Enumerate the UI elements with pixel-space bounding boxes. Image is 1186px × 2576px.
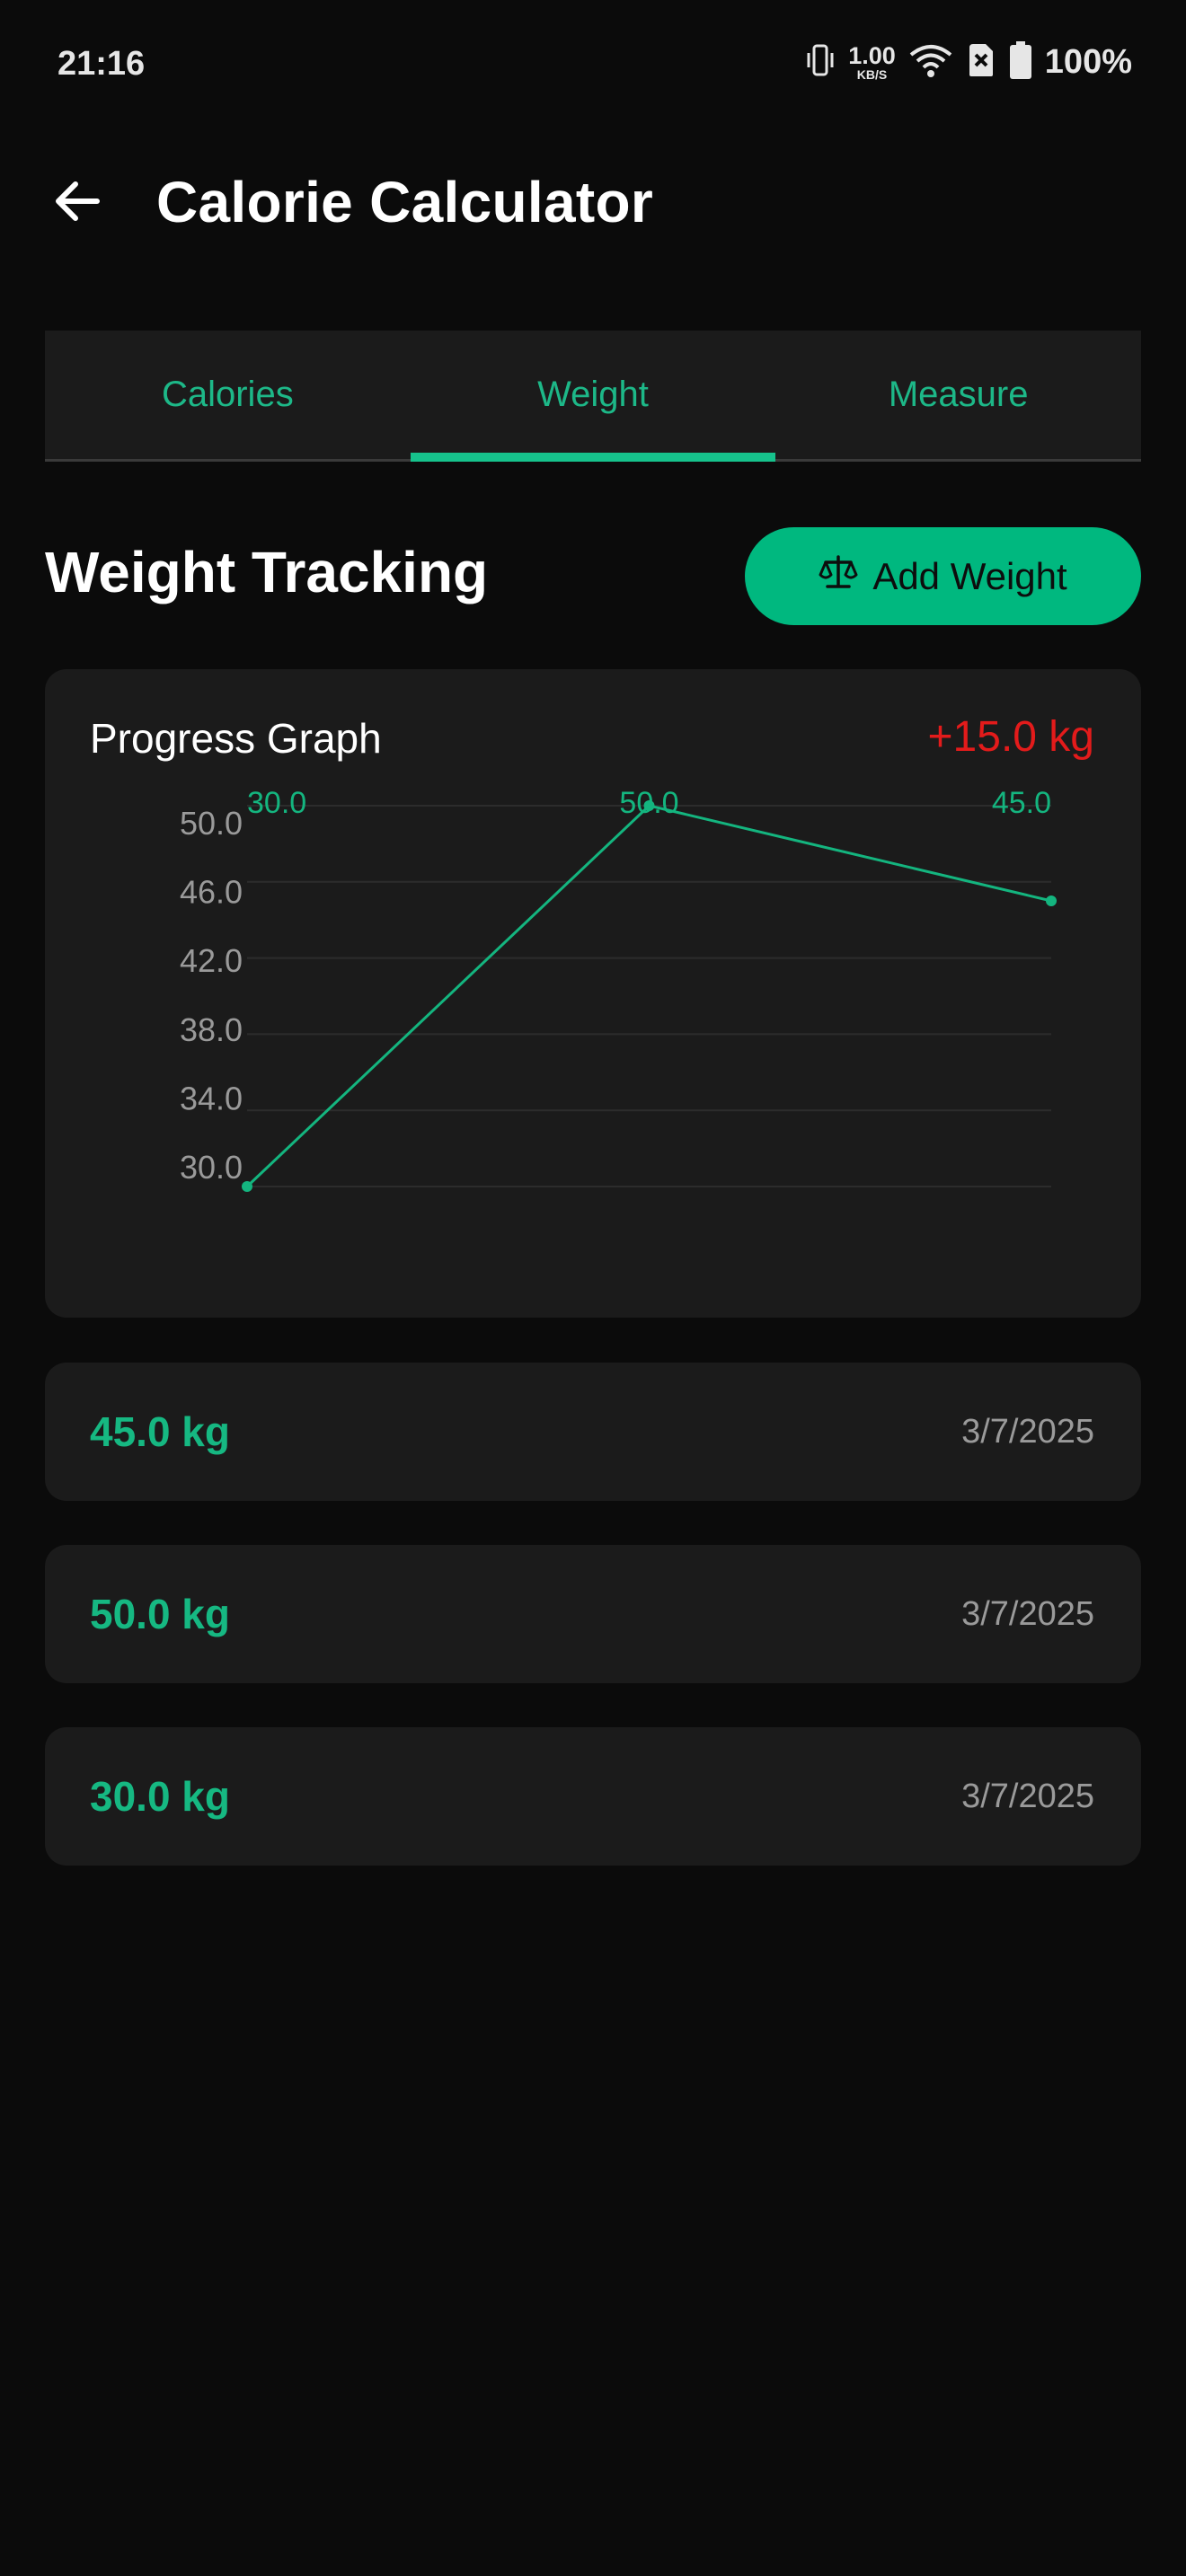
add-weight-button[interactable]: Add Weight [745, 527, 1141, 625]
list-item[interactable]: 30.0 kg 3/7/2025 [45, 1727, 1141, 1866]
net-speed-value: 1.00 [848, 42, 896, 69]
y-tick-label: 42.0 [180, 942, 243, 979]
y-tick-label: 46.0 [180, 874, 243, 911]
app-bar: Calorie Calculator [0, 153, 1186, 251]
series-line [245, 804, 1052, 1188]
entry-weight: 45.0 kg [90, 1408, 230, 1455]
progress-graph-card: Progress Graph +15.0 kg 30.0 34.0 38.0 42.0… [45, 669, 1141, 1318]
entry-weight: 50.0 kg [90, 1591, 230, 1637]
battery-icon [1009, 41, 1032, 84]
tab-measure[interactable]: Measure [775, 331, 1141, 459]
data-label: 30.0 [247, 786, 306, 820]
data-label: 50.0 [619, 786, 678, 820]
y-tick-label: 34.0 [180, 1080, 243, 1116]
y-tick-label: 38.0 [180, 1011, 243, 1048]
entry-date: 3/7/2025 [961, 1778, 1094, 1815]
tab-weight[interactable]: Weight [410, 331, 776, 462]
status-bar: 21:16 1.00 KB/S 100% [0, 0, 1186, 135]
entry-weight: 30.0 kg [90, 1773, 230, 1820]
battery-percentage: 100% [1044, 43, 1132, 81]
tab-bar: Calories Weight Measure [45, 331, 1141, 462]
net-speed: 1.00 KB/S [848, 42, 896, 82]
arrow-left-icon [52, 176, 102, 231]
page-title: Calorie Calculator [156, 170, 654, 234]
data-label: 45.0 [992, 786, 1051, 820]
entry-date: 3/7/2025 [961, 1595, 1094, 1633]
entry-date: 3/7/2025 [961, 1413, 1094, 1451]
section-title: Weight Tracking [45, 540, 489, 604]
data-point [1046, 895, 1057, 906]
add-weight-label: Add Weight [872, 554, 1067, 597]
list-item[interactable]: 50.0 kg 3/7/2025 [45, 1545, 1141, 1683]
tab-calories[interactable]: Calories [45, 331, 411, 459]
wifi-icon [908, 42, 953, 83]
y-tick-label: 50.0 [180, 805, 243, 842]
net-speed-unit: KB/S [856, 67, 888, 82]
list-item[interactable]: 45.0 kg 3/7/2025 [45, 1363, 1141, 1501]
status-time: 21:16 [58, 45, 146, 83]
scale-icon [819, 552, 858, 601]
vibrate-icon [805, 42, 836, 83]
weight-line-chart: 30.034.038.042.046.050.030.0 50.0 45.0 [180, 786, 1057, 1192]
y-tick-label: 30.0 [180, 1149, 243, 1186]
no-sim-icon [966, 42, 996, 83]
data-point [242, 1181, 252, 1192]
status-icons: 1.00 KB/S 100% [805, 41, 1132, 84]
back-button[interactable] [49, 174, 106, 232]
